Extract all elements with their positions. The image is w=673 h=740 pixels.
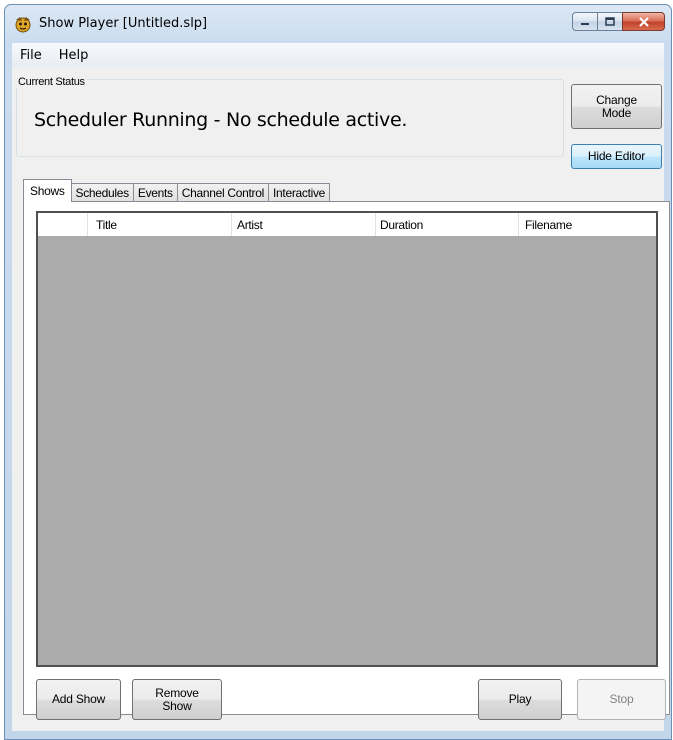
row-header-corner[interactable] — [38, 213, 88, 236]
play-button[interactable]: Play — [478, 679, 562, 720]
maximize-icon — [605, 17, 615, 26]
stop-label: Stop — [609, 692, 634, 706]
grid-header: Title Artist Duration Filename — [38, 213, 656, 236]
show-player-icon — [15, 17, 31, 33]
close-icon — [638, 16, 649, 27]
hide-editor-button[interactable]: Hide Editor — [571, 144, 662, 169]
shows-grid[interactable]: Title Artist Duration Filename — [36, 211, 658, 667]
menu-help[interactable]: Help — [51, 48, 98, 63]
client-area: File Help Current Status Scheduler Runni… — [12, 43, 670, 731]
current-status-label: Current Status — [16, 76, 87, 88]
maximize-button[interactable] — [597, 12, 623, 31]
tab-shows[interactable]: Shows — [23, 179, 72, 202]
caption-buttons — [572, 12, 665, 32]
tab-schedules[interactable]: Schedules — [70, 183, 134, 202]
remove-show-button[interactable]: Remove Show — [132, 679, 222, 720]
menu-file[interactable]: File — [12, 48, 51, 63]
minimize-button[interactable] — [572, 12, 598, 31]
add-show-label: Add Show — [51, 692, 106, 706]
column-header-duration[interactable]: Duration — [376, 213, 519, 236]
remove-show-label: Remove Show — [155, 685, 199, 713]
tab-strip: Shows Schedules Events Channel Control I… — [23, 179, 331, 202]
tab-events[interactable]: Events — [132, 183, 178, 202]
stop-button: Stop — [577, 679, 666, 720]
status-message: Scheduler Running - No schedule active. — [34, 109, 408, 131]
column-header-title[interactable]: Title — [88, 213, 232, 236]
tab-interactive[interactable]: Interactive — [268, 183, 331, 202]
minimize-icon — [581, 22, 589, 25]
app-window: Show Player [Untitled.slp] File Help Cur… — [4, 4, 672, 740]
hide-editor-label: Hide Editor — [587, 149, 646, 163]
menu-bar: File Help — [12, 43, 664, 67]
play-label: Play — [508, 692, 532, 706]
tab-channel-control[interactable]: Channel Control — [176, 183, 269, 202]
column-header-filename[interactable]: Filename — [519, 213, 656, 236]
change-mode-label: Change Mode — [596, 92, 637, 120]
window-title: Show Player [Untitled.slp] — [39, 16, 208, 31]
title-bar[interactable]: Show Player [Untitled.slp] — [5, 5, 671, 43]
close-button[interactable] — [622, 12, 665, 31]
add-show-button[interactable]: Add Show — [36, 679, 121, 720]
change-mode-button[interactable]: Change Mode — [571, 84, 662, 129]
column-header-artist[interactable]: Artist — [232, 213, 376, 236]
